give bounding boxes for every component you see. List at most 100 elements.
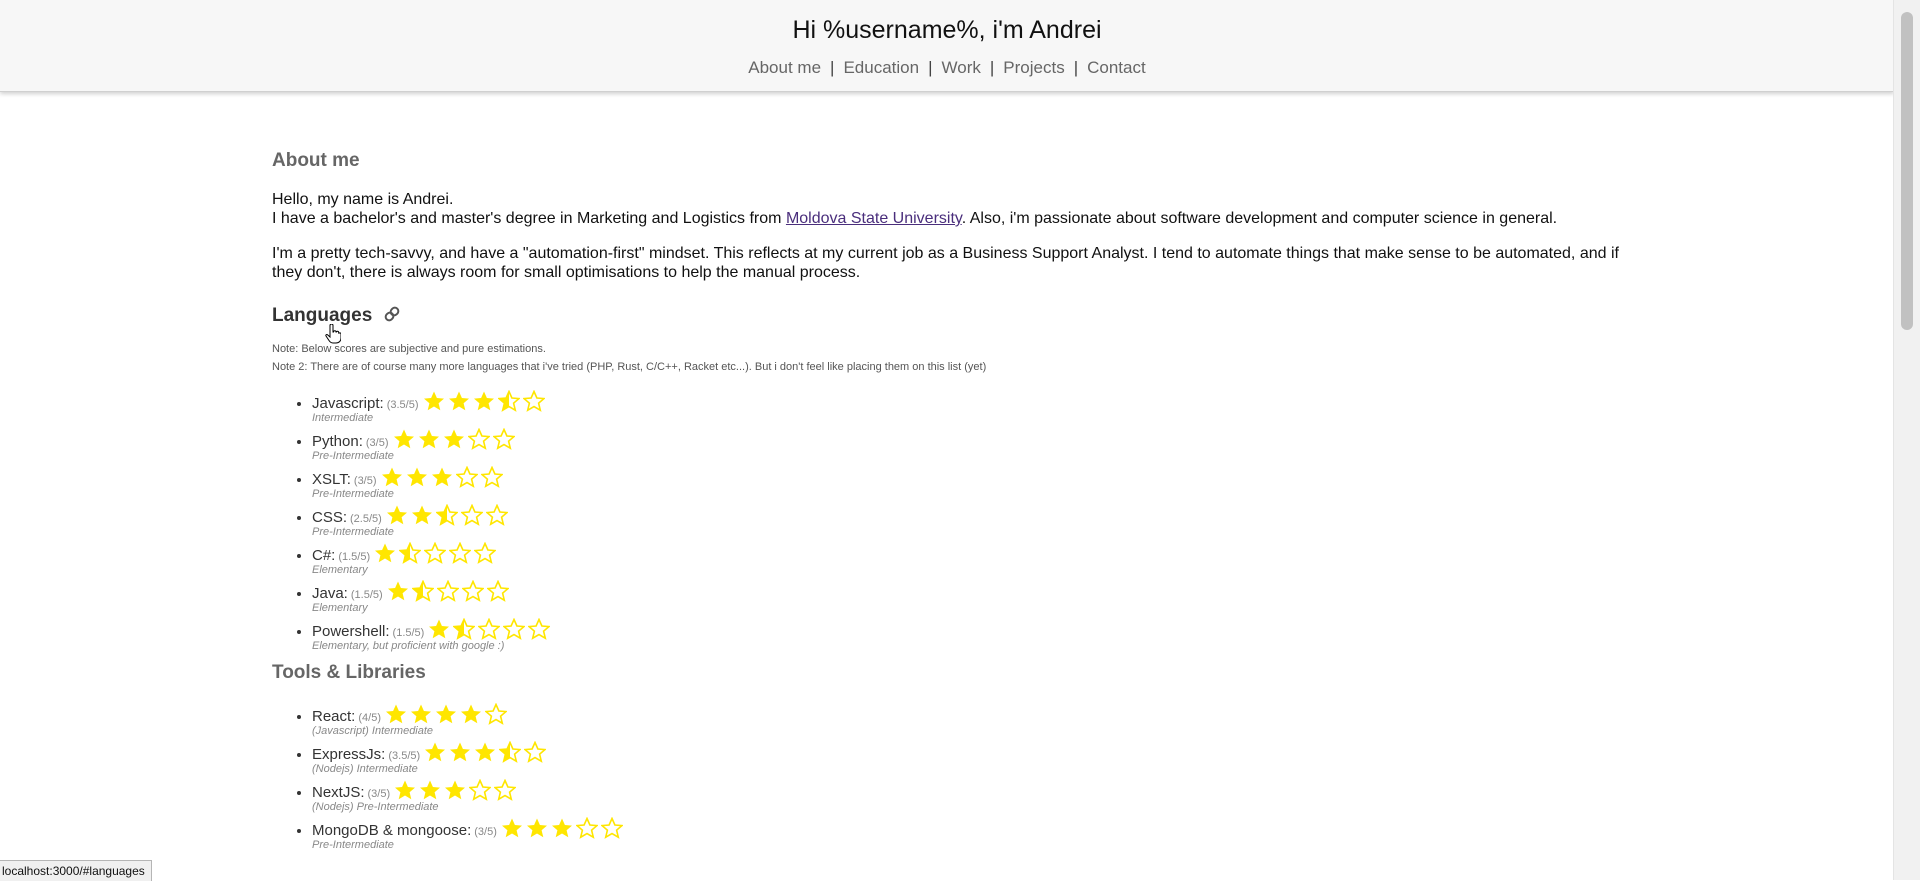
languages-note-2: Note 2: There are of course many more la…	[272, 361, 987, 373]
star-empty-icon	[469, 779, 492, 801]
nav-projects[interactable]: Projects	[1003, 58, 1064, 77]
star-empty-icon	[485, 504, 508, 526]
nav-contact[interactable]: Contact	[1087, 58, 1146, 77]
star-half-icon	[435, 504, 458, 526]
star-rating	[423, 390, 548, 412]
nav-separator: |	[830, 58, 835, 77]
skill-name: MongoDB & mongoose:	[312, 822, 472, 839]
university-link[interactable]: Moldova State University	[786, 210, 962, 227]
languages-heading-row: Languages	[272, 305, 1632, 328]
star-full-icon	[385, 704, 406, 724]
skill-name: Java:	[312, 585, 348, 602]
skill-level: Pre-Intermediate	[312, 839, 394, 851]
skill-name: ExpressJs:	[312, 746, 386, 763]
languages-notes: Note: Below scores are subjective and pu…	[272, 340, 1632, 376]
star-empty-icon	[467, 428, 490, 450]
skill-item: XSLT:(3/5)Pre-Intermediate	[312, 466, 1632, 504]
star-full-icon	[386, 505, 407, 525]
about-paragraph-1: Hello, my name is Andrei. I have a bache…	[272, 190, 1632, 228]
star-empty-icon	[524, 741, 547, 763]
star-full-icon	[431, 467, 452, 487]
skill-score: (4/5)	[358, 712, 381, 724]
link-icon[interactable]	[383, 305, 401, 328]
scrollbar-thumb[interactable]	[1901, 12, 1913, 330]
star-full-icon	[445, 780, 466, 800]
skill-level: Intermediate	[312, 412, 374, 424]
skill-level: Elementary	[312, 564, 368, 576]
skill-item: Javascript:(3.5/5) Intermediate	[312, 390, 1632, 428]
languages-list: Javascript:(3.5/5)IntermediatePython:(3/…	[272, 390, 1632, 656]
skill-level: Pre-Intermediate	[312, 450, 394, 462]
star-full-icon	[475, 742, 496, 762]
nav-separator: |	[928, 58, 933, 77]
star-full-icon	[381, 467, 402, 487]
vertical-scrollbar[interactable]	[1893, 0, 1920, 880]
languages-heading[interactable]: Languages	[272, 305, 372, 327]
nav-work[interactable]: Work	[942, 58, 981, 77]
star-full-icon	[387, 581, 408, 601]
skill-item: Python:(3/5)Pre-Intermediate	[312, 428, 1632, 466]
star-full-icon	[435, 704, 456, 724]
star-empty-icon	[478, 618, 501, 640]
star-empty-icon	[486, 580, 509, 602]
skill-level: (Javascript) Intermediate	[312, 725, 434, 737]
nav-separator: |	[1073, 58, 1079, 77]
main-content: About me Hello, my name is Andrei. I hav…	[272, 150, 1632, 855]
skill-score: (3.5/5)	[388, 750, 421, 762]
star-full-icon	[443, 429, 464, 449]
skill-score: (3/5)	[474, 826, 497, 838]
about-heading: About me	[272, 150, 360, 171]
star-half-icon	[411, 580, 434, 602]
star-full-icon	[375, 543, 396, 563]
star-rating	[393, 428, 518, 450]
skill-score: (1.5/5)	[350, 589, 383, 601]
skill-item: React:(4/5)(Javascript) Intermediate	[312, 703, 1632, 741]
star-rating	[381, 466, 506, 488]
about-degree-text: I have a bachelor's and master's degree …	[272, 210, 786, 227]
skill-item: NextJS:(3/5)(Nodejs) Pre-Intermediate	[312, 779, 1632, 817]
skill-item: ExpressJs:(3.5/5)(Nodejs) Intermediate	[312, 741, 1632, 779]
star-empty-icon	[436, 580, 459, 602]
skill-name: XSLT:	[312, 471, 351, 488]
tools-heading: Tools & Libraries	[272, 662, 426, 683]
star-half-icon	[497, 390, 520, 412]
star-full-icon	[460, 704, 481, 724]
star-empty-icon	[575, 817, 598, 839]
star-empty-icon	[494, 779, 517, 801]
star-empty-icon	[503, 618, 526, 640]
star-half-icon	[399, 542, 422, 564]
hand-cursor-icon	[325, 323, 342, 349]
about-passion-text: . Also, i'm passionate about software de…	[961, 210, 1558, 227]
star-full-icon	[411, 505, 432, 525]
skill-level: (Nodejs) Pre-Intermediate	[312, 801, 439, 813]
star-rating	[428, 618, 553, 640]
star-full-icon	[473, 391, 494, 411]
star-full-icon	[429, 619, 450, 639]
star-full-icon	[450, 742, 471, 762]
star-half-icon	[499, 741, 522, 763]
star-full-icon	[395, 780, 416, 800]
skill-name: Python:	[312, 433, 363, 450]
skill-level: Pre-Intermediate	[312, 488, 394, 500]
star-empty-icon	[522, 390, 545, 412]
skill-level: Elementary	[312, 602, 368, 614]
star-empty-icon	[455, 466, 478, 488]
star-rating	[501, 817, 626, 839]
star-full-icon	[425, 742, 446, 762]
star-full-icon	[406, 467, 427, 487]
nav-education[interactable]: Education	[843, 58, 919, 77]
main-nav: About me | Education | Work | Projects | Contact	[0, 58, 1894, 78]
skill-item: Java:(1.5/5)Elementary	[312, 580, 1632, 618]
star-empty-icon	[460, 504, 483, 526]
skill-item: MongoDB & mongoose:(3/5) Pre-Intermediate	[312, 817, 1632, 855]
star-full-icon	[526, 818, 547, 838]
skill-score: (3/5)	[365, 437, 389, 449]
star-rating	[387, 580, 512, 602]
star-full-icon	[448, 391, 469, 411]
status-bar-url: localhost:3000/#languages	[0, 860, 152, 881]
skill-score: (1.5/5)	[392, 627, 425, 639]
skill-score: (1.5/5)	[338, 551, 371, 563]
nav-about-me[interactable]: About me	[748, 58, 821, 77]
about-intro: Hello, my name is Andrei.	[272, 191, 454, 208]
star-empty-icon	[474, 542, 497, 564]
